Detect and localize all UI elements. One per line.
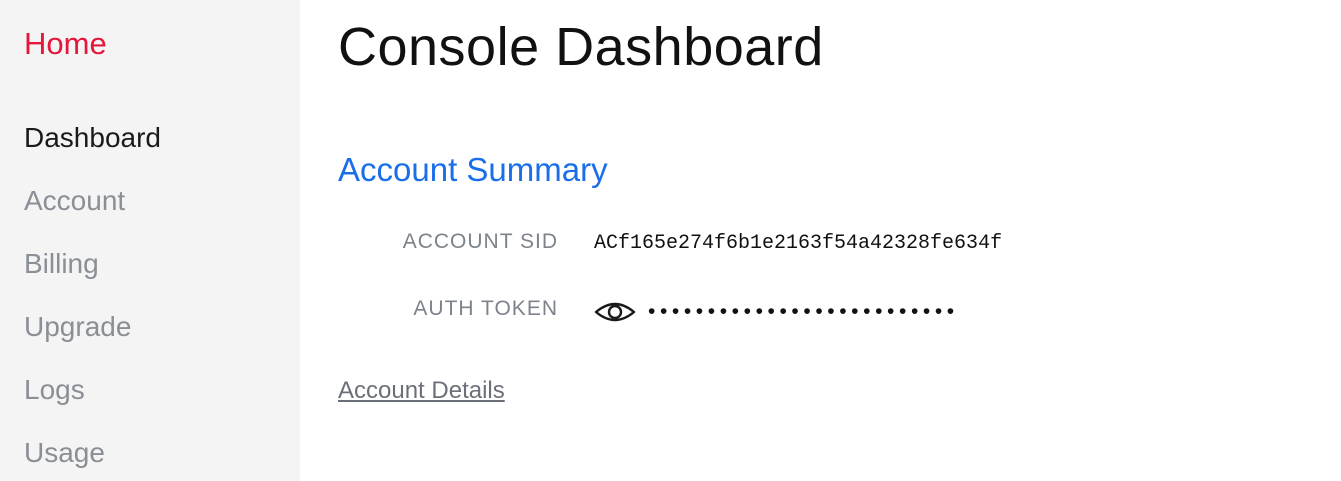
eye-icon[interactable] bbox=[594, 297, 636, 327]
sidebar-item-logs[interactable]: Logs bbox=[24, 368, 161, 431]
account-sid-label: ACCOUNT SID bbox=[402, 230, 558, 253]
sidebar-nav: Dashboard Account Billing Upgrade Logs U… bbox=[24, 116, 161, 481]
sidebar-item-upgrade[interactable]: Upgrade bbox=[24, 305, 161, 368]
main-content: Console Dashboard Account Summary ACCOUN… bbox=[338, 0, 1341, 481]
account-summary-heading: Account Summary bbox=[338, 151, 608, 188]
sidebar-item-usage[interactable]: Usage bbox=[24, 431, 161, 481]
sidebar-item-account[interactable]: Account bbox=[24, 179, 161, 242]
account-details-link[interactable]: Account Details bbox=[338, 375, 505, 407]
auth-token-masked-value: •••••••••••••••••••••••••• bbox=[648, 300, 959, 323]
console-layout: Home Dashboard Account Billing Upgrade L… bbox=[0, 0, 1341, 481]
auth-token-row: •••••••••••••••••••••••••• bbox=[594, 297, 959, 327]
home-link[interactable]: Home bbox=[24, 24, 107, 64]
sidebar: Home Dashboard Account Billing Upgrade L… bbox=[0, 0, 300, 481]
sidebar-item-billing[interactable]: Billing bbox=[24, 242, 161, 305]
auth-token-label: AUTH TOKEN bbox=[413, 297, 558, 320]
page-title: Console Dashboard bbox=[338, 17, 824, 77]
account-sid-value: ACf165e274f6b1e2163f54a42328fe634f bbox=[594, 232, 1003, 255]
sidebar-item-dashboard[interactable]: Dashboard bbox=[24, 116, 161, 179]
